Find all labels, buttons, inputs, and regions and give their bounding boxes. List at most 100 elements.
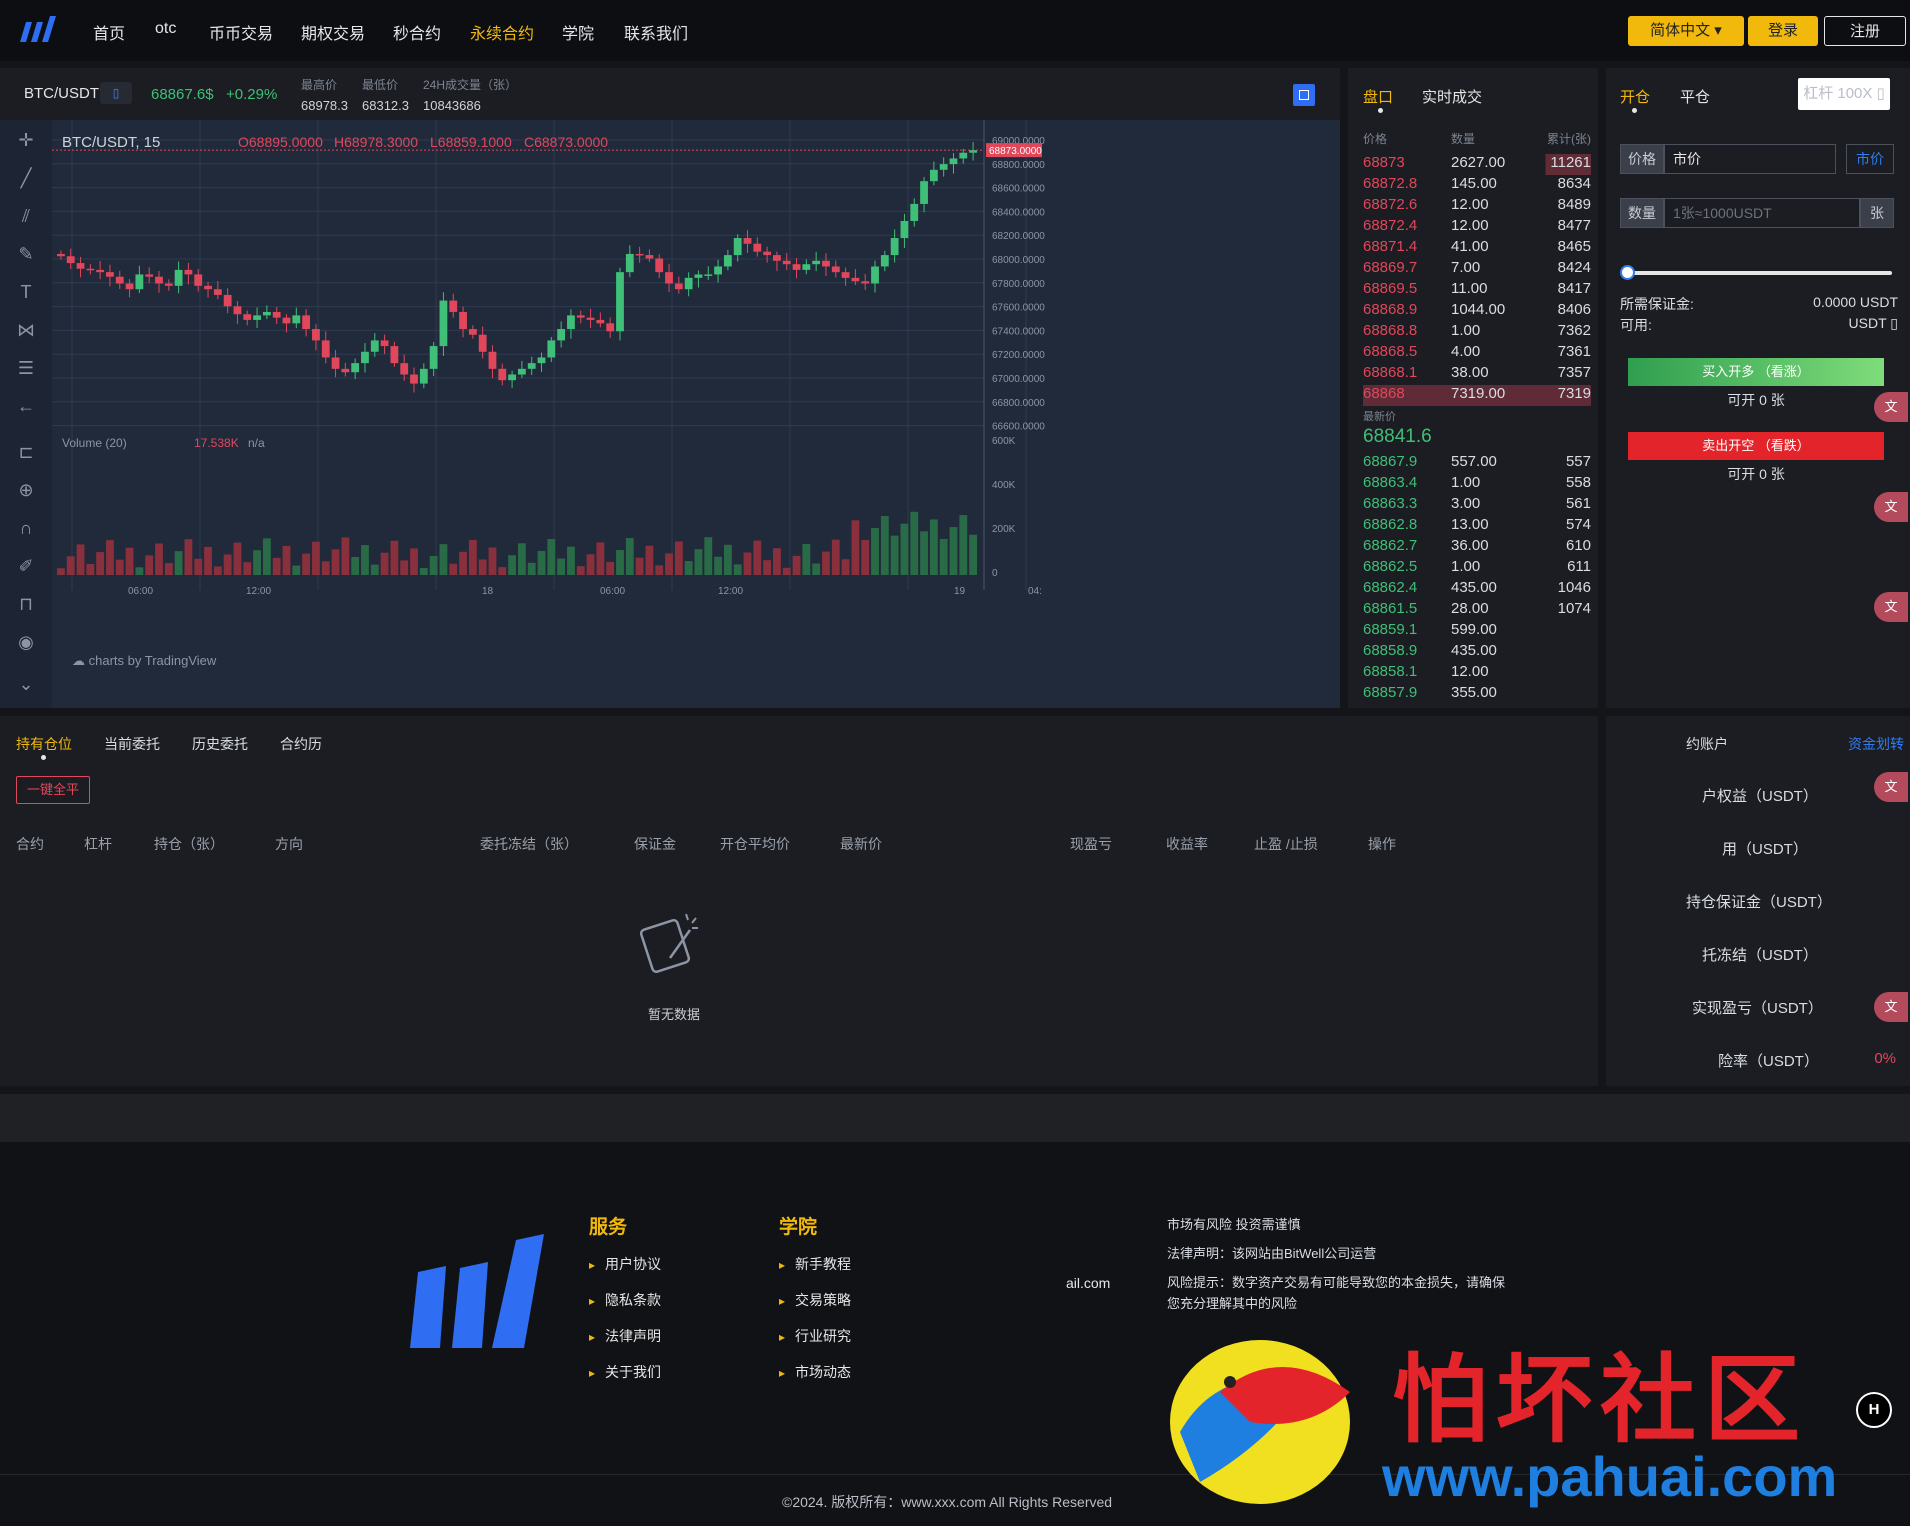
ask-row[interactable]: 68868.5 4.00 7361 [1363, 343, 1591, 364]
bid-row[interactable]: 68861.5 28.00 1074 [1363, 600, 1591, 621]
chart-canvas[interactable]: 69000.000068800.000068600.000068400.0000… [52, 120, 1340, 708]
bid-row[interactable]: 68858.1 12.00 [1363, 663, 1591, 684]
footer-about[interactable]: 关于我们 [589, 1362, 661, 1382]
ruler-icon[interactable]: ⊏ [14, 440, 38, 464]
ob-total: 557 [1565, 453, 1591, 470]
ask-row[interactable]: 68872.4 12.00 8477 [1363, 217, 1591, 238]
quantity-input[interactable]: 1张≈1000USDT [1664, 198, 1860, 228]
ask-row[interactable]: 68869.5 11.00 8417 [1363, 280, 1591, 301]
footer-news[interactable]: 市场动态 [779, 1362, 851, 1382]
pencil-lock-icon[interactable]: ✐ [14, 554, 38, 578]
nav-options[interactable]: 期权交易 [301, 20, 365, 44]
pair-name[interactable]: BTC/USDT [24, 85, 99, 102]
ask-row[interactable]: 68873 2627.00 11261 [1363, 154, 1591, 175]
quantity-slider[interactable] [1626, 271, 1892, 275]
footer-legal[interactable]: 法律声明 [589, 1326, 661, 1346]
register-button[interactable]: 注册 [1824, 16, 1906, 46]
trend-line-icon[interactable]: ╱ [14, 166, 38, 190]
chevron-down-icon[interactable]: ⌄ [14, 672, 38, 696]
nav-home[interactable]: 首页 [93, 20, 125, 44]
ask-row[interactable]: 68868.1 38.00 7357 [1363, 364, 1591, 385]
footer-beginner[interactable]: 新手教程 [779, 1254, 851, 1274]
login-button[interactable]: 登录 [1748, 16, 1818, 46]
tab-realtime-trades[interactable]: 实时成交 [1422, 86, 1482, 107]
back-arrow-icon[interactable]: ← [14, 394, 38, 418]
tab-positions[interactable]: 持有仓位 [16, 734, 72, 754]
ask-row[interactable]: 68872.8 145.00 8634 [1363, 175, 1591, 196]
price-input[interactable]: 市价 [1664, 144, 1836, 174]
text-tool-icon[interactable]: T [14, 280, 38, 304]
sell-short-button[interactable]: 卖出开空 （看跌） [1628, 432, 1884, 460]
measure-icon[interactable]: ☰ [14, 356, 38, 380]
bid-row[interactable]: 68857.9 355.00 [1363, 684, 1591, 705]
translate-icon[interactable]: 文 [1874, 772, 1908, 802]
fund-transfer-link[interactable]: 资金划转 [1848, 734, 1904, 754]
language-select[interactable]: 简体中文 ▾ [1628, 16, 1744, 46]
nav-perpetual[interactable]: 永续合约 [470, 20, 534, 44]
pair-dropdown-icon[interactable]: ▯ [100, 82, 132, 104]
brush-icon[interactable]: ✎ [14, 242, 38, 266]
bid-row[interactable]: 68859.1 599.00 [1363, 621, 1591, 642]
footer-email[interactable]: ail.com [1066, 1275, 1110, 1291]
ask-row[interactable]: 68868.8 1.00 7362 [1363, 322, 1591, 343]
ob-total: 1074 [1557, 600, 1591, 617]
buy-long-button[interactable]: 买入开多 （看涨） [1628, 358, 1884, 386]
tab-order-history[interactable]: 历史委托 [192, 734, 248, 754]
candlestick-chart[interactable]: ✛ ╱ ⫽ ✎ T ⋈ ☰ ← ⊏ ⊕ ∩ ✐ ⊓ ◉ ⌄ 69000.0000… [0, 120, 1340, 708]
bid-row[interactable]: 68862.4 435.00 1046 [1363, 579, 1591, 600]
ask-row[interactable]: 68868.9 1044.00 8406 [1363, 301, 1591, 322]
bid-row[interactable]: 68867.9 557.00 557 [1363, 453, 1591, 474]
brand-logo[interactable] [18, 14, 58, 48]
leverage-select[interactable]: 杠杆 100X ▯ [1798, 78, 1890, 110]
fib-icon[interactable]: ⫽ [14, 204, 38, 228]
nav-contact[interactable]: 联系我们 [624, 20, 688, 44]
tab-current-orders[interactable]: 当前委托 [104, 734, 160, 754]
ask-row[interactable]: 68871.4 41.00 8465 [1363, 238, 1591, 259]
low-label: 最低价 [362, 78, 399, 92]
volume-bar [694, 549, 703, 575]
lock-icon[interactable]: ⊓ [14, 592, 38, 616]
price-tick-label: 68000.0000 [992, 255, 1045, 266]
market-price-button[interactable]: 市价 [1846, 144, 1894, 174]
bid-row[interactable]: 68858.9 435.00 [1363, 642, 1591, 663]
nav-academy[interactable]: 学院 [562, 20, 594, 44]
tradingview-watermark[interactable]: ☁ charts by TradingView [72, 653, 216, 669]
footer-privacy[interactable]: 隐私条款 [589, 1290, 661, 1310]
ask-row[interactable]: 68872.6 12.00 8489 [1363, 196, 1591, 217]
pattern-icon[interactable]: ⋈ [14, 318, 38, 342]
volume-bar [792, 555, 801, 575]
tab-order-book[interactable]: 盘口 [1363, 86, 1393, 107]
footer-user-agreement[interactable]: 用户协议 [589, 1254, 661, 1274]
ob-total: 610 [1565, 537, 1591, 554]
magnet-icon[interactable]: ∩ [14, 516, 38, 540]
zoom-in-icon[interactable]: ⊕ [14, 478, 38, 502]
eye-icon[interactable]: ◉ [14, 630, 38, 654]
tab-open-position[interactable]: 开仓 [1620, 86, 1650, 107]
footer-strategy[interactable]: 交易策略 [779, 1290, 851, 1310]
close-all-button[interactable]: 一键全平 [16, 776, 90, 804]
ask-row[interactable]: 68868 7319.00 7319 [1363, 385, 1591, 406]
bid-row[interactable]: 68862.8 13.00 574 [1363, 516, 1591, 537]
bid-row[interactable]: 68862.5 1.00 611 [1363, 558, 1591, 579]
fullscreen-icon[interactable] [1293, 84, 1315, 106]
footer-research[interactable]: 行业研究 [779, 1326, 851, 1346]
tab-contract-history[interactable]: 合约历 [280, 734, 322, 754]
bid-row[interactable]: 68862.7 36.00 610 [1363, 537, 1591, 558]
nav-second-contract[interactable]: 秒合约 [393, 20, 441, 44]
ask-row[interactable]: 68869.7 7.00 8424 [1363, 259, 1591, 280]
bid-row[interactable]: 68863.4 1.00 558 [1363, 474, 1591, 495]
translate-icon[interactable]: 文 [1874, 992, 1908, 1022]
price-tick-label: 67000.0000 [992, 374, 1045, 385]
translate-icon[interactable]: 文 [1874, 392, 1908, 422]
translate-icon[interactable]: 文 [1874, 592, 1908, 622]
help-icon[interactable]: H [1856, 1392, 1892, 1428]
trade-panel: 开仓 平仓 杠杆 100X ▯ 价格 市价 市价 数量 1张≈1000USDT … [1606, 68, 1910, 708]
ob-price: 68868.1 [1363, 364, 1418, 381]
translate-icon[interactable]: 文 [1874, 492, 1908, 522]
nav-spot[interactable]: 币币交易 [209, 20, 273, 44]
tab-close-position[interactable]: 平仓 [1680, 86, 1710, 107]
crosshair-icon[interactable]: ✛ [14, 128, 38, 152]
bid-row[interactable]: 68863.3 3.00 561 [1363, 495, 1591, 516]
slider-handle[interactable] [1620, 265, 1635, 280]
nav-otc[interactable]: otc [155, 20, 176, 38]
